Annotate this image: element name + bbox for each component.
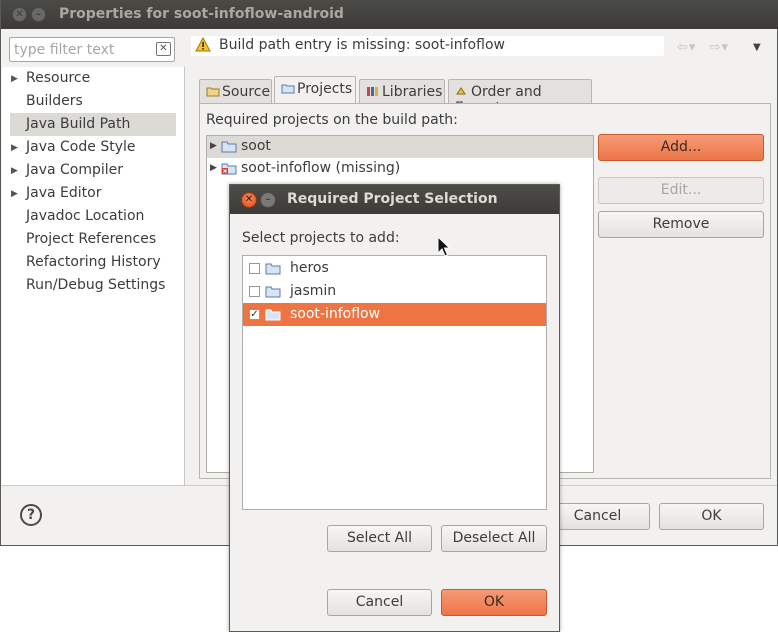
- nav-item-java-build-path[interactable]: Java Build Path: [10, 113, 176, 136]
- nav-item-refactoring-history[interactable]: Refactoring History: [10, 251, 176, 274]
- clear-filter-icon[interactable]: ✕: [156, 42, 171, 56]
- project-folder-icon: [221, 141, 237, 153]
- required-projects-label: Required projects on the build path:: [206, 112, 458, 128]
- warning-icon: [195, 37, 211, 52]
- history-navigation: ⇦▾ ⇨▾: [677, 40, 729, 55]
- select-all-button[interactable]: Select All: [327, 525, 432, 552]
- list-item-soot-infoflow[interactable]: ✓ soot-infoflow: [243, 303, 546, 326]
- dialog-cancel-button[interactable]: Cancel: [327, 589, 432, 616]
- project-folder-icon: [265, 286, 281, 298]
- cancel-button[interactable]: Cancel: [545, 503, 650, 530]
- missing-project-icon: [221, 163, 237, 175]
- mouse-pointer-icon: [437, 236, 451, 257]
- view-menu-icon[interactable]: ▼: [753, 42, 761, 53]
- nav-item-label: Java Code Style: [26, 139, 136, 155]
- tab-label: Source: [222, 84, 271, 100]
- nav-item-label: Java Compiler: [26, 162, 124, 178]
- nav-item-label: Javadoc Location: [26, 208, 145, 224]
- back-arrow-icon[interactable]: ⇦▾: [677, 40, 696, 55]
- project-label: soot: [241, 138, 271, 154]
- property-page-tree: ▶ Resource Builders Java Build Path ▶ Ja…: [2, 67, 185, 485]
- tab-order-and-export[interactable]: Order and Export: [448, 79, 592, 116]
- nav-item-java-compiler[interactable]: ▶ Java Compiler: [10, 159, 176, 182]
- forward-arrow-icon[interactable]: ⇨▾: [710, 40, 729, 55]
- filter-field[interactable]: ✕: [9, 37, 175, 62]
- help-icon[interactable]: ?: [20, 504, 42, 526]
- add-button[interactable]: Add...: [598, 134, 764, 161]
- list-item-jasmin[interactable]: jasmin: [243, 280, 546, 303]
- title-bar: ✕ – Properties for soot-infoflow-android: [1, 0, 778, 29]
- nav-item-label: Java Editor: [26, 185, 102, 201]
- project-checklist[interactable]: heros jasmin ✓ soot-infoflow: [242, 255, 547, 510]
- list-item-heros[interactable]: heros: [243, 257, 546, 280]
- nav-item-builders[interactable]: Builders: [10, 90, 176, 113]
- expand-triangle-icon[interactable]: ▶: [210, 136, 217, 157]
- project-folder-icon: [265, 263, 281, 275]
- remove-button[interactable]: Remove: [598, 211, 764, 238]
- dialog-close-button[interactable]: ✕: [241, 192, 257, 208]
- ok-button[interactable]: OK: [659, 503, 764, 530]
- tab-projects[interactable]: Projects: [274, 76, 356, 105]
- required-project-selection-dialog: ✕ – Required Project Selection Select pr…: [229, 184, 560, 632]
- expand-triangle-icon[interactable]: ▶: [11, 137, 18, 159]
- tab-label: Libraries: [382, 84, 443, 100]
- nav-item-label: Resource: [26, 70, 91, 86]
- project-label: soot-infoflow: [290, 306, 381, 322]
- nav-item-javadoc-location[interactable]: Javadoc Location: [10, 205, 176, 228]
- libraries-icon: [367, 87, 378, 96]
- project-label: soot-infoflow (missing): [241, 160, 401, 176]
- expand-triangle-icon[interactable]: ▶: [210, 158, 217, 179]
- project-label: jasmin: [290, 283, 337, 299]
- close-button[interactable]: ✕: [12, 7, 27, 22]
- dialog-title: Required Project Selection: [287, 191, 498, 207]
- nav-item-project-references[interactable]: Project References: [10, 228, 176, 251]
- order-export-icon: [456, 87, 466, 95]
- nav-item-label: Refactoring History: [26, 254, 161, 270]
- nav-item-resource[interactable]: ▶ Resource: [10, 67, 176, 90]
- dialog-title-bar: ✕ – Required Project Selection: [230, 185, 559, 214]
- nav-item-run-debug-settings[interactable]: Run/Debug Settings: [10, 274, 176, 297]
- close-icon: ✕: [244, 194, 254, 205]
- nav-item-label: Run/Debug Settings: [26, 277, 166, 293]
- checkbox[interactable]: [249, 286, 260, 297]
- project-label: heros: [290, 260, 329, 276]
- checkbox[interactable]: [249, 263, 260, 274]
- filter-input[interactable]: [14, 39, 152, 60]
- dialog-minimize-button[interactable]: –: [260, 192, 276, 208]
- minimize-icon: –: [265, 195, 271, 205]
- minimize-button[interactable]: –: [31, 7, 46, 22]
- nav-item-label: Java Build Path: [26, 116, 131, 132]
- checkbox-checked[interactable]: ✓: [249, 309, 260, 320]
- source-folder-icon: [206, 87, 220, 97]
- project-icon: [281, 84, 295, 94]
- nav-item-java-code-style[interactable]: ▶ Java Code Style: [10, 136, 176, 159]
- project-folder-icon: [265, 309, 281, 321]
- tree-row-soot[interactable]: ▶ soot: [207, 136, 593, 158]
- edit-button[interactable]: Edit...: [598, 177, 764, 204]
- nav-item-label: Builders: [26, 93, 83, 109]
- tab-libraries[interactable]: Libraries: [359, 79, 445, 104]
- tab-source[interactable]: Source: [199, 79, 272, 104]
- window-title: Properties for soot-infoflow-android: [59, 6, 344, 22]
- minimize-icon: –: [36, 9, 41, 20]
- message-area: Build path entry is missing: soot-infofl…: [191, 36, 664, 56]
- select-projects-label: Select projects to add:: [242, 230, 400, 246]
- expand-triangle-icon[interactable]: ▶: [11, 160, 18, 182]
- close-icon: ✕: [15, 9, 24, 20]
- tab-label: Projects: [297, 81, 353, 97]
- nav-item-java-editor[interactable]: ▶ Java Editor: [10, 182, 176, 205]
- deselect-all-button[interactable]: Deselect All: [441, 525, 547, 552]
- expand-triangle-icon[interactable]: ▶: [11, 68, 18, 90]
- expand-triangle-icon[interactable]: ▶: [11, 183, 18, 205]
- tree-row-soot-infoflow[interactable]: ▶ soot-infoflow (missing): [207, 158, 593, 180]
- nav-item-label: Project References: [26, 231, 157, 247]
- message-text: Build path entry is missing: soot-infofl…: [219, 37, 505, 53]
- dialog-ok-button[interactable]: OK: [441, 589, 547, 616]
